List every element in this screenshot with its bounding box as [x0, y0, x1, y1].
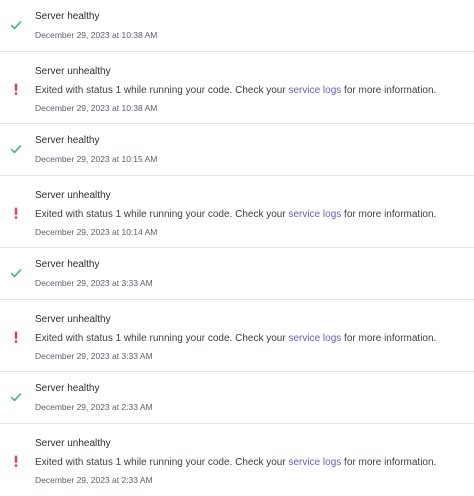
event-title: Server unhealthy [35, 314, 111, 325]
event-title: Server healthy [35, 11, 100, 22]
event-timestamp: December 29, 2023 at 10:14 AM [35, 227, 158, 237]
check-icon [9, 142, 23, 156]
event-feed: Server healthy December 29, 2023 at 10:3… [0, 0, 474, 496]
event-timestamp: December 29, 2023 at 2:33 AM [35, 475, 153, 485]
event-title: Server healthy [35, 383, 100, 394]
message-text: for more information. [341, 209, 437, 220]
message-text: for more information. [341, 457, 437, 468]
event-timestamp: December 29, 2023 at 2:33 AM [35, 402, 153, 412]
service-logs-link[interactable]: service logs [288, 85, 341, 96]
message-text: Exited with status 1 while running your … [35, 333, 289, 344]
event-timestamp: December 29, 2023 at 3:33 AM [35, 278, 153, 288]
event-row: Server healthy December 29, 2023 at 10:1… [0, 124, 474, 176]
event-message: Exited with status 1 while running your … [35, 456, 474, 469]
service-logs-link[interactable]: service logs [288, 333, 341, 344]
event-row: Server unhealthy Exited with status 1 wh… [0, 52, 474, 124]
check-icon [9, 390, 23, 404]
event-message: Exited with status 1 while running your … [35, 208, 474, 221]
service-logs-link[interactable]: service logs [288, 457, 341, 468]
message-text: Exited with status 1 while running your … [35, 457, 289, 468]
message-text: for more information. [341, 333, 437, 344]
exclamation-icon [9, 330, 23, 344]
message-text: Exited with status 1 while running your … [35, 209, 289, 220]
event-timestamp: December 29, 2023 at 10:38 AM [35, 30, 158, 40]
exclamation-icon [9, 454, 23, 468]
message-text: for more information. [341, 85, 437, 96]
event-row: Server healthy December 29, 2023 at 10:3… [0, 0, 474, 52]
event-timestamp: December 29, 2023 at 3:33 AM [35, 351, 153, 361]
event-title: Server healthy [35, 135, 100, 146]
event-title: Server healthy [35, 259, 100, 270]
event-row: Server unhealthy Exited with status 1 wh… [0, 424, 474, 496]
event-row: Server healthy December 29, 2023 at 3:33… [0, 248, 474, 300]
message-text: Exited with status 1 while running your … [35, 85, 289, 96]
check-icon [9, 18, 23, 32]
event-title: Server unhealthy [35, 190, 111, 201]
exclamation-icon [9, 82, 23, 96]
service-logs-link[interactable]: service logs [288, 209, 341, 220]
event-title: Server unhealthy [35, 66, 111, 77]
event-row: Server unhealthy Exited with status 1 wh… [0, 176, 474, 248]
event-timestamp: December 29, 2023 at 10:15 AM [35, 154, 158, 164]
event-timestamp: December 29, 2023 at 10:38 AM [35, 103, 158, 113]
event-message: Exited with status 1 while running your … [35, 84, 474, 97]
event-row: Server unhealthy Exited with status 1 wh… [0, 300, 474, 372]
event-row: Server healthy December 29, 2023 at 2:33… [0, 372, 474, 424]
exclamation-icon [9, 206, 23, 220]
event-message: Exited with status 1 while running your … [35, 332, 474, 345]
event-title: Server unhealthy [35, 438, 111, 449]
check-icon [9, 266, 23, 280]
